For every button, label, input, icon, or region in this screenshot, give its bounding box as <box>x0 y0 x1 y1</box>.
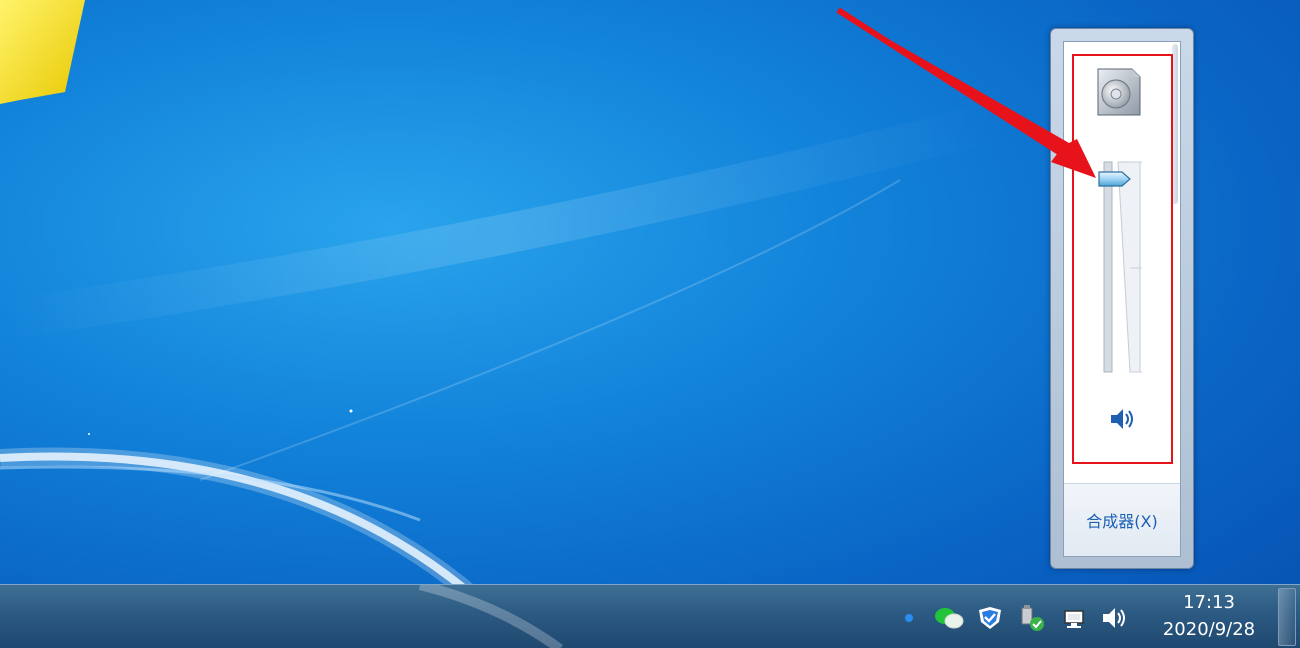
flyout-footer: 合成器(X) <box>1064 483 1180 556</box>
desktop-background: 合成器(X) 17:13 2020/9/28 <box>0 0 1300 648</box>
clock-date: 2020/9/28 <box>1162 619 1256 640</box>
clock-time: 17:13 <box>1183 592 1235 613</box>
mixer-link[interactable]: 合成器(X) <box>1086 508 1157 532</box>
usb-safely-remove-icon[interactable] <box>1016 605 1046 633</box>
network-icon[interactable] <box>1060 605 1088 631</box>
annotation-highlight-box <box>1072 54 1173 464</box>
wallpaper-yellow-shape <box>0 0 85 104</box>
speaker-volume-icon[interactable] <box>1100 605 1130 631</box>
notification-dot-icon[interactable] <box>900 605 918 629</box>
show-desktop-button[interactable] <box>1278 588 1296 646</box>
wechat-icon[interactable] <box>932 605 966 631</box>
taskbar-clock[interactable]: 17:13 2020/9/28 <box>1150 590 1268 644</box>
security-shield-icon[interactable] <box>976 605 1004 631</box>
